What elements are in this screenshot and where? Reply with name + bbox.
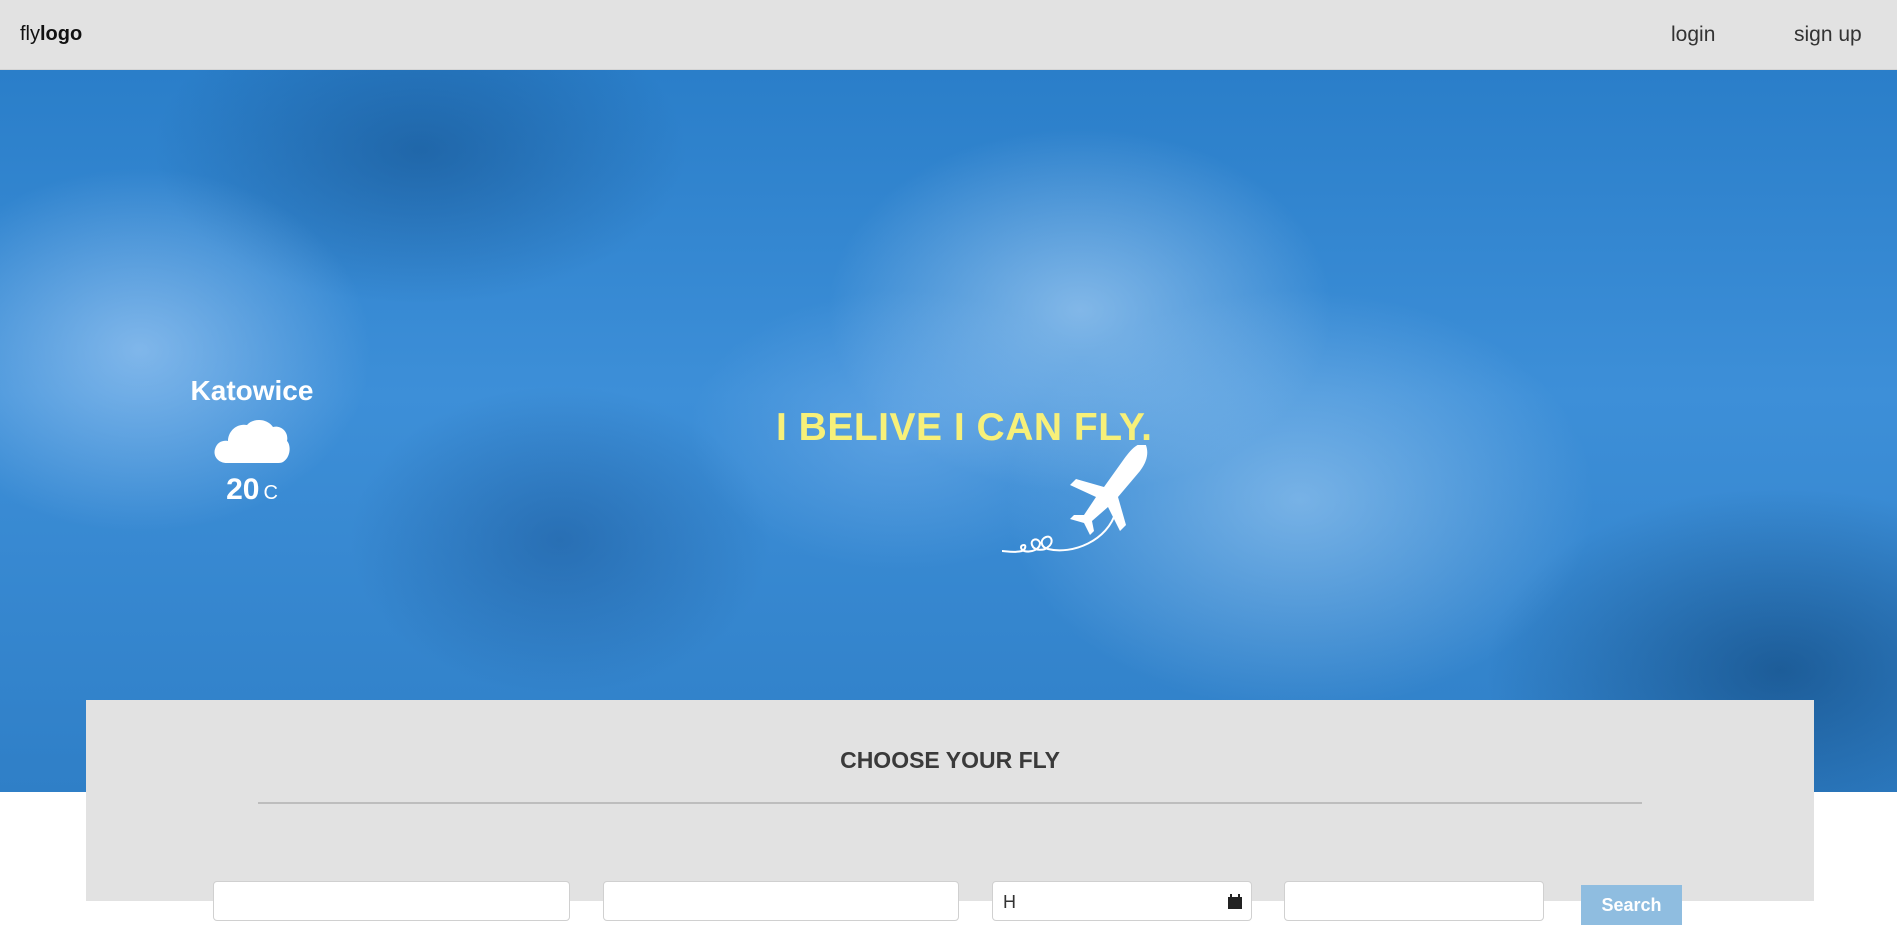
top-navbar: flylogo login sign up xyxy=(0,0,1897,70)
logo-text-light: fly xyxy=(20,23,40,45)
logo-text-bold: logo xyxy=(40,23,83,45)
hero-banner: Katowice 20 C I BELIVE I CAN FLY. xyxy=(0,70,1897,792)
cloud-icon xyxy=(214,419,290,463)
passengers-input[interactable] xyxy=(1284,881,1544,921)
weather-city: Katowice xyxy=(190,375,314,406)
calendar-icon[interactable] xyxy=(1227,894,1243,910)
panel-title: CHOOSE YOUR FLY xyxy=(840,747,1060,773)
signup-link[interactable]: sign up xyxy=(1794,23,1862,47)
search-panel: CHOOSE YOUR FLY H Search xyxy=(86,700,1814,925)
airplane-icon xyxy=(1001,445,1148,553)
to-input[interactable] xyxy=(603,881,959,921)
hero-slogan: I BELIVE I CAN FLY. xyxy=(776,406,1153,449)
date-value: H xyxy=(1003,892,1016,912)
temperature-unit: C xyxy=(263,482,278,504)
panel-divider xyxy=(258,802,1642,804)
search-button[interactable]: Search xyxy=(1581,885,1682,925)
from-input[interactable] xyxy=(213,881,570,921)
temperature-value: 20 xyxy=(226,473,260,506)
login-link[interactable]: login xyxy=(1671,23,1715,47)
date-field[interactable]: H xyxy=(992,881,1252,921)
weather-temperature: 20 C xyxy=(180,473,324,507)
site-logo[interactable]: flylogo xyxy=(20,23,82,46)
weather-widget: Katowice 20 C xyxy=(180,375,324,507)
